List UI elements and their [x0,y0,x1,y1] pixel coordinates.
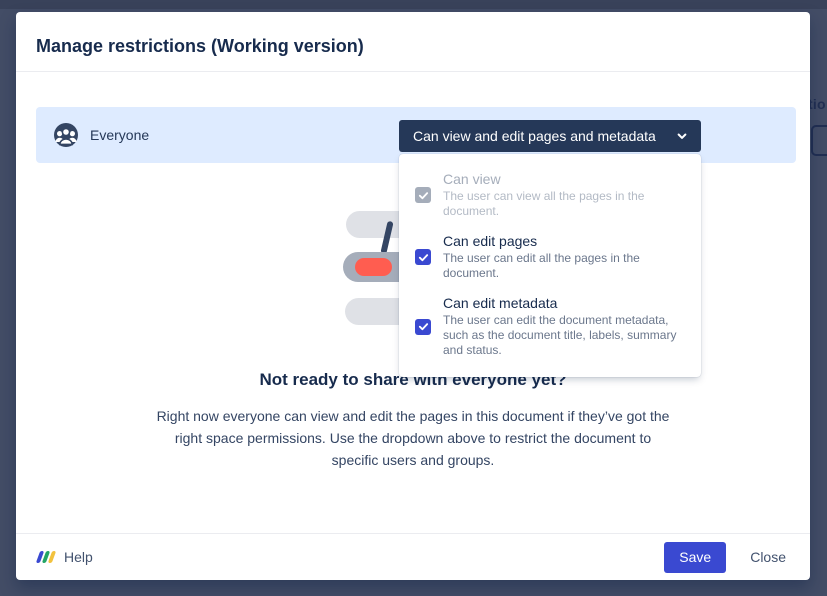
close-button[interactable]: Close [748,545,788,569]
checkbox-checked[interactable] [415,249,431,265]
permission-dropdown-menu: Can view The user can view all the pages… [399,154,701,377]
menu-item-description: The user can edit the document metadata,… [443,313,685,358]
checkbox-checked[interactable] [415,319,431,335]
menu-item-can-view[interactable]: Can view The user can view all the pages… [399,164,701,226]
help-brand-icon [36,550,55,564]
permission-dropdown-value: Can view and edit pages and metadata [413,128,656,144]
menu-item-can-edit-metadata[interactable]: Can edit metadata The user can edit the … [399,288,701,365]
help-label: Help [64,549,93,565]
menu-item-label: Can edit metadata [443,295,685,311]
chevron-down-icon [675,129,689,143]
manage-restrictions-dialog: Manage restrictions (Working version) Ev… [16,12,810,580]
checkbox-checked-disabled [415,187,431,203]
dialog-header: Manage restrictions (Working version) [16,12,810,72]
illustration-bar-highlight [355,258,392,276]
permission-dropdown: Can view and edit pages and metadata Can… [399,120,701,377]
menu-item-label: Can edit pages [443,233,685,249]
empty-state-description: Right now everyone can view and edit the… [153,405,673,471]
help-link[interactable]: Help [36,549,93,565]
dialog-title: Manage restrictions (Working version) [36,36,790,57]
save-button[interactable]: Save [664,542,726,573]
menu-item-description: The user can view all the pages in the d… [443,189,685,219]
dialog-footer: Help Save Close [16,533,810,580]
menu-item-can-edit-pages[interactable]: Can edit pages The user can edit all the… [399,226,701,288]
background-page-icon-fragment [811,125,827,156]
background-page-text-fragment: tio [808,96,826,112]
people-group-icon [52,121,80,149]
menu-item-description: The user can edit all the pages in the d… [443,251,685,281]
page-top-bar [0,0,827,9]
menu-item-label: Can view [443,171,685,187]
everyone-label: Everyone [90,127,149,143]
permission-dropdown-button[interactable]: Can view and edit pages and metadata [399,120,701,152]
